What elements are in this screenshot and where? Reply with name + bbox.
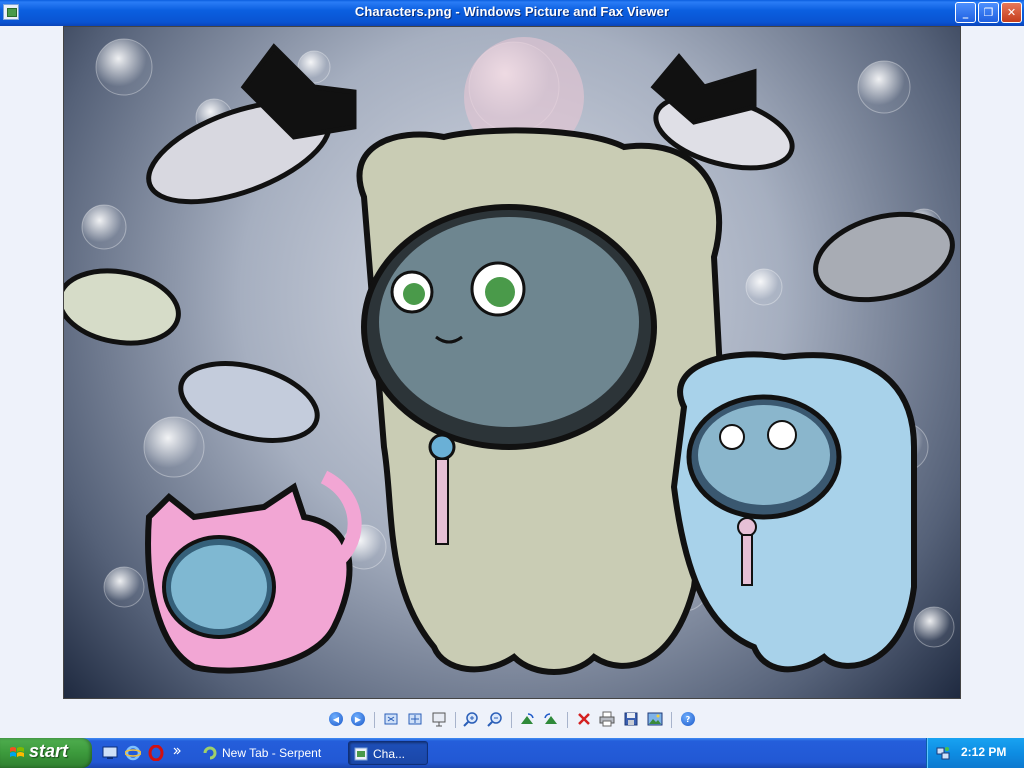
zoom-out-icon [487,712,502,727]
task-label: Cha... [373,747,406,761]
slide-show-button[interactable] [430,710,448,728]
slide-show-icon [432,712,446,727]
rotate-counterclockwise-icon [544,713,557,724]
next-image-button[interactable]: ▶ [349,710,367,728]
edit-button[interactable] [646,710,664,728]
title-bar[interactable]: Characters.png - Windows Picture and Fax… [0,0,1024,26]
start-button[interactable]: start [0,738,92,768]
edit-icon [647,712,663,726]
minimize-button[interactable]: _ [955,2,976,23]
windows-flag-icon [10,747,24,757]
toolbar-separator [511,712,512,728]
actual-size-icon [408,713,422,725]
best-fit-icon [384,713,398,725]
save-button[interactable] [622,710,640,728]
actual-size-button[interactable] [406,710,424,728]
zoom-in-button[interactable] [462,710,480,728]
rotate-clockwise-button[interactable] [518,710,536,728]
taskbar: start New Tab - Serpent Cha... 2:12 PM [0,738,1024,768]
close-button[interactable]: ✕ [1001,2,1022,23]
best-fit-button[interactable] [382,710,400,728]
image-viewer-area [0,26,1024,706]
toolbar-separator [374,712,375,728]
delete-button[interactable] [575,710,593,728]
print-button[interactable] [598,710,616,728]
opera-browser-icon[interactable] [148,745,164,761]
window-title: Characters.png - Windows Picture and Fax… [354,4,670,19]
rotate-clockwise-icon [521,713,534,724]
quick-launch-overflow-icon[interactable] [172,745,182,761]
maximize-button[interactable]: ❐ [978,2,999,23]
help-icon: ? [681,712,695,726]
clock[interactable]: 2:12 PM [961,745,1006,759]
task-label: New Tab - Serpent [222,746,322,760]
save-icon [624,712,638,726]
previous-image-button[interactable]: ◀ [327,710,345,728]
network-connection-icon[interactable] [935,745,951,761]
previous-image-icon: ◀ [329,712,343,726]
viewer-toolbar: ◀ ▶ ? [0,706,1024,734]
delete-icon [578,713,590,725]
start-label: start [29,741,69,761]
print-icon [599,711,615,727]
picture-viewer-icon [354,747,368,761]
zoom-out-button[interactable] [486,710,504,728]
toolbar-separator [671,712,672,728]
taskbar-item-picture-viewer[interactable]: Cha... [348,741,428,765]
help-button[interactable]: ? [679,710,697,728]
taskbar-item-serpent-browser[interactable]: New Tab - Serpent [198,741,344,765]
show-desktop-icon[interactable] [102,745,118,761]
next-image-icon: ▶ [351,712,365,726]
rotate-counterclockwise-button[interactable] [542,710,560,728]
serpent-browser-icon [203,746,217,760]
toolbar-separator [455,712,456,728]
system-tray: 2:12 PM [926,738,1024,768]
artwork-characters [64,37,955,675]
internet-explorer-icon[interactable] [125,745,141,761]
zoom-in-icon [463,712,478,727]
displayed-image [63,26,961,699]
toolbar-separator [567,712,568,728]
